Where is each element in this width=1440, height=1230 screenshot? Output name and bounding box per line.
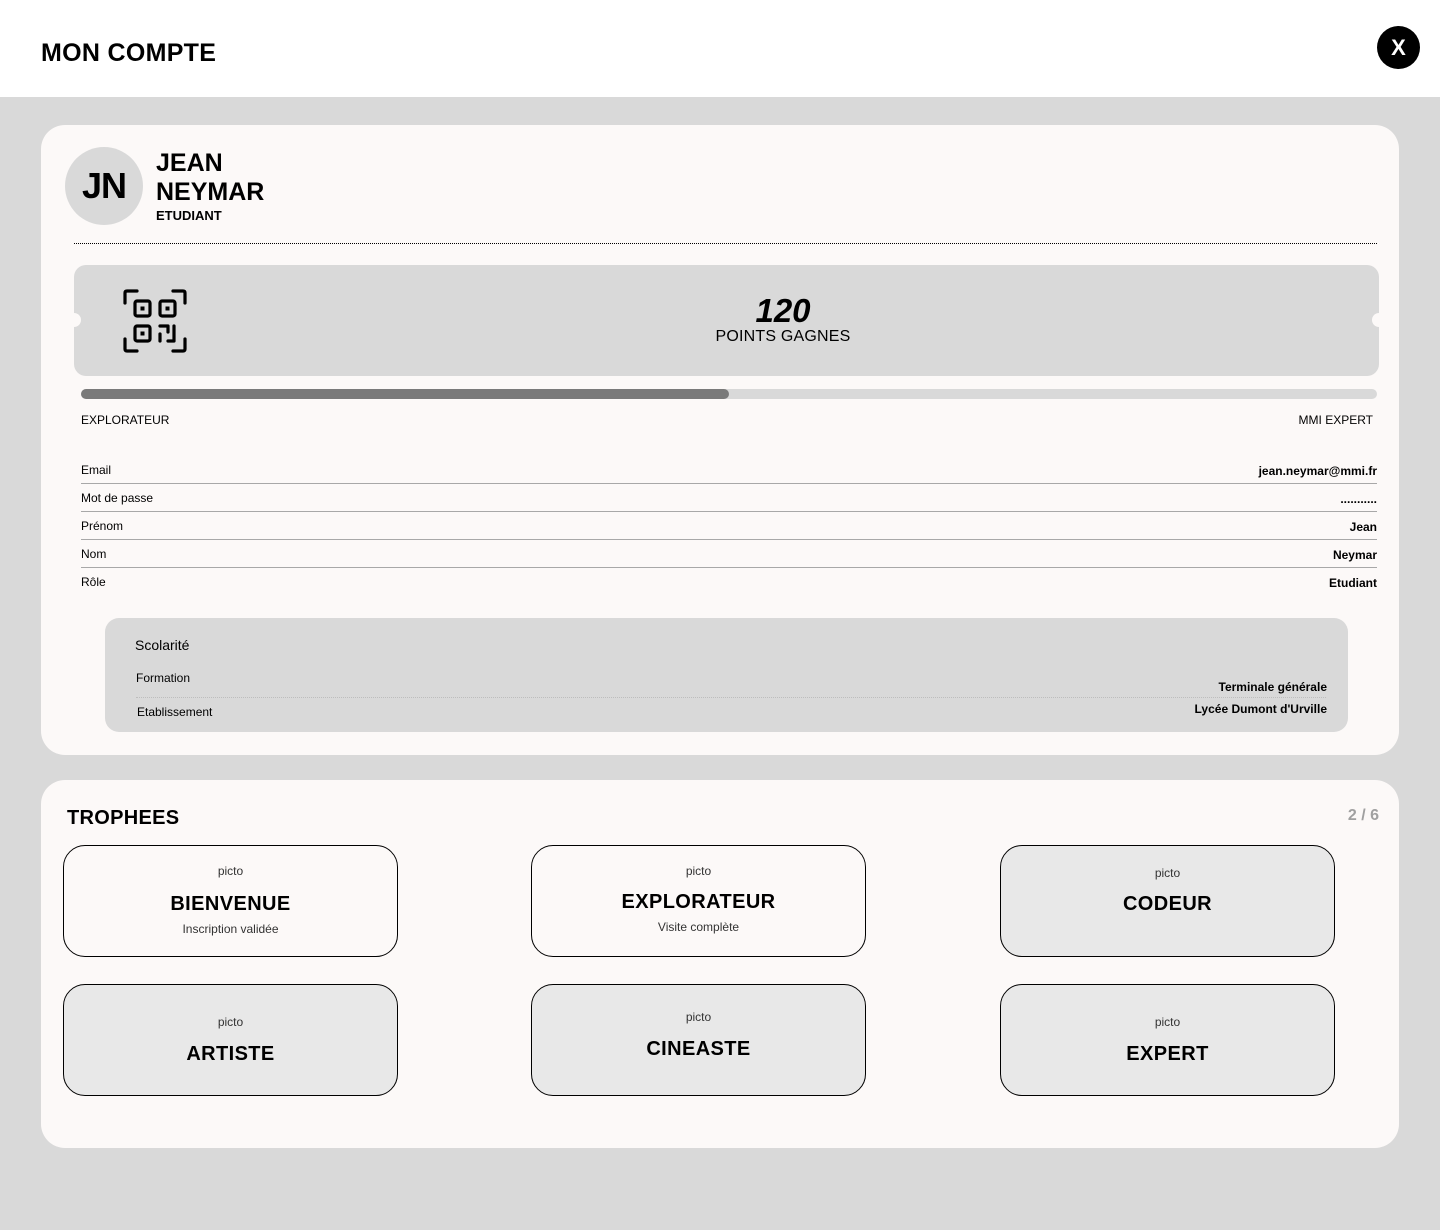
- close-button[interactable]: X: [1377, 26, 1420, 69]
- etablissement-value: Lycée Dumont d'Urville: [1194, 702, 1327, 716]
- points-value: 120: [755, 292, 811, 329]
- trophy-codeur[interactable]: picto CODEUR: [1000, 845, 1335, 957]
- trophies-card: TROPHEES 2 / 6 picto BIENVENUE Inscripti…: [41, 780, 1399, 1148]
- trophies-count: 2 / 6: [1347, 807, 1379, 824]
- user-name: JEAN NEYMAR: [156, 149, 264, 207]
- info-label: Nom: [81, 547, 107, 561]
- trophy-name: EXPERT: [1126, 1043, 1209, 1065]
- trophy-name: EXPLORATEUR: [621, 891, 776, 913]
- points-panel: 120 POINTS GAGNES: [67, 265, 1386, 376]
- info-value: jean.neymar@mmi.fr: [1258, 464, 1377, 478]
- trophy-cineaste[interactable]: picto CINEASTE: [531, 984, 866, 1096]
- etablissement-label: Etablissement: [137, 705, 213, 719]
- trophy-bienvenue[interactable]: picto BIENVENUE Inscription validée: [63, 845, 398, 957]
- info-row-role[interactable]: Rôle Etudiant: [81, 568, 1377, 596]
- info-value: ...........: [1340, 492, 1377, 506]
- trophy-artiste[interactable]: picto ARTISTE: [63, 984, 398, 1096]
- profile-divider: [74, 243, 1377, 244]
- trophy-name: ARTISTE: [186, 1043, 275, 1065]
- info-value: Neymar: [1332, 548, 1377, 562]
- trophy-explorateur[interactable]: picto EXPLORATEUR Visite complète: [531, 845, 866, 957]
- user-last-name: NEYMAR: [156, 178, 265, 206]
- trophies-title: TROPHEES: [67, 807, 180, 829]
- scolarite-title: Scolarité: [135, 637, 190, 653]
- trophy-desc: Inscription validée: [182, 922, 279, 936]
- info-value: Etudiant: [1329, 576, 1377, 590]
- trophy-picto: picto: [1154, 866, 1181, 880]
- account-card: JN JEAN NEYMAR ETUDIANT 120 POINTS GAGNE…: [41, 125, 1399, 755]
- trophy-name: CODEUR: [1122, 893, 1213, 915]
- level-progress-bar: [81, 389, 1377, 399]
- scolarite-divider: [136, 697, 1326, 698]
- user-role: ETUDIANT: [156, 208, 222, 223]
- top-bar: MON COMPTE X: [0, 0, 1440, 97]
- level-progress-fill: [81, 389, 729, 399]
- next-level-label: MMI EXPERT: [1298, 413, 1373, 427]
- current-level-label: EXPLORATEUR: [81, 413, 170, 427]
- info-row-password[interactable]: Mot de passe ...........: [81, 484, 1377, 512]
- formation-label: Formation: [136, 671, 191, 685]
- user-first-name: JEAN: [156, 149, 223, 177]
- trophy-picto: picto: [217, 1015, 244, 1029]
- trophy-picto: picto: [1154, 1015, 1181, 1029]
- account-info-list: Email jean.neymar@mmi.fr Mot de passe ..…: [81, 456, 1377, 596]
- trophy-expert[interactable]: picto EXPERT: [1000, 984, 1335, 1096]
- info-label: Mot de passe: [81, 491, 154, 505]
- info-label: Rôle: [81, 575, 106, 589]
- info-row-first-name[interactable]: Prénom Jean: [81, 512, 1377, 540]
- info-label: Prénom: [81, 519, 124, 533]
- info-row-last-name[interactable]: Nom Neymar: [81, 540, 1377, 568]
- formation-value: Terminale générale: [1218, 680, 1328, 694]
- trophy-picto: picto: [217, 864, 244, 878]
- trophy-name: CINEASTE: [646, 1038, 751, 1060]
- points-label: POINTS GAGNES: [715, 328, 851, 345]
- trophy-picto: picto: [685, 1010, 712, 1024]
- trophy-picto: picto: [685, 864, 712, 878]
- trophy-desc: Visite complète: [657, 920, 740, 934]
- info-label: Email: [81, 463, 112, 477]
- info-value: Jean: [1349, 520, 1377, 534]
- avatar: JN: [65, 147, 143, 225]
- scolarite-panel: Scolarité Formation Terminale générale E…: [105, 618, 1348, 732]
- trophy-name: BIENVENUE: [170, 893, 291, 915]
- info-row-email[interactable]: Email jean.neymar@mmi.fr: [81, 456, 1377, 484]
- page-title: MON COMPTE: [41, 39, 217, 67]
